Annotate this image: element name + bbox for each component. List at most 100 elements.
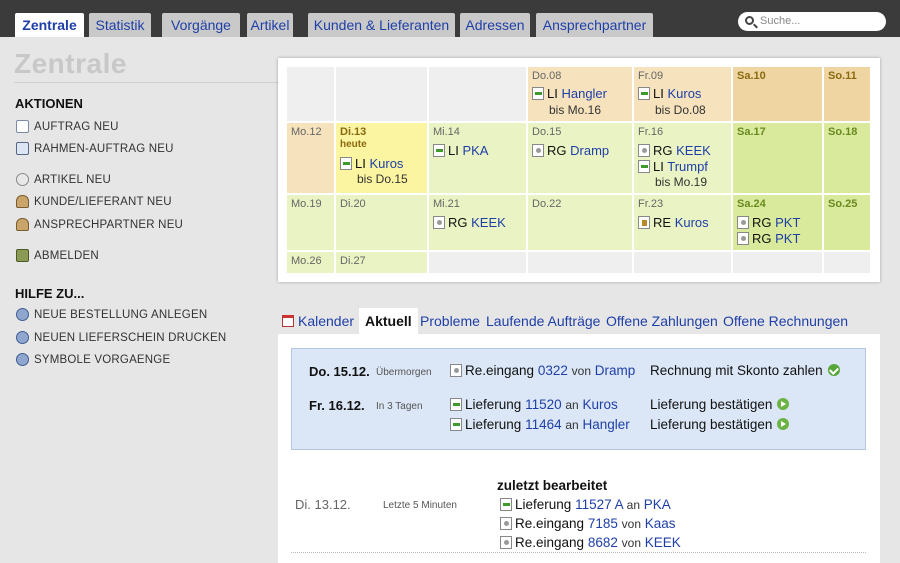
event-party-link[interactable]: PKT (775, 215, 800, 230)
doc-number-link[interactable]: 7185 (588, 516, 618, 531)
event-party-link[interactable]: Kuros (667, 86, 701, 101)
tab-offene-rechnungen[interactable]: Offene Rechnungen (723, 308, 848, 334)
calendar-day-di13-today[interactable]: Di.13 heute LI Kuros bis Do.15 (336, 123, 427, 193)
event-party-link[interactable]: KEEK (676, 143, 711, 158)
calendar-day-mo12[interactable]: Mo.12 (287, 123, 334, 193)
tab-offene-zahlungen[interactable]: Offene Zahlungen (606, 308, 718, 334)
calendar-event[interactable]: LI Kuros (340, 156, 403, 171)
calendar-panel: Do.08 LI Hangler bis Mo.16 Fr.09 LI Kuro… (278, 58, 880, 282)
tab-vorgaenge[interactable]: Vorgänge (162, 13, 240, 37)
task-document[interactable]: Lieferung 11520 an Kuros (450, 397, 618, 412)
calendar-day-so18[interactable]: So.18 (824, 123, 870, 193)
calendar-day-so25[interactable]: So.25 (824, 195, 870, 250)
calendar-day-mo19[interactable]: Mo.19 (287, 195, 334, 250)
calendar-day-mi21[interactable]: Mi.21 RG KEEK (429, 195, 526, 250)
task-document[interactable]: Lieferung 11464 an Hangler (450, 417, 630, 432)
event-party-link[interactable]: KEEK (471, 215, 506, 230)
event-party-link[interactable]: Kuros (369, 156, 403, 171)
calendar-event[interactable]: RG KEEK (638, 143, 711, 158)
tab-aktuell[interactable]: Aktuell (359, 308, 418, 334)
search-input[interactable]: Suche... (738, 12, 886, 31)
calendar-event[interactable]: RG PKT (737, 231, 800, 246)
event-party-link[interactable]: Hangler (561, 86, 607, 101)
task-action[interactable]: Rechnung mit Skonto zahlen (650, 363, 840, 378)
calendar-day-mi14[interactable]: Mi.14 LI PKA (429, 123, 526, 193)
actions-heading: AKTIONEN (15, 96, 83, 111)
calendar-event[interactable]: LI PKA (433, 143, 488, 158)
calendar-event[interactable]: RE Kuros (638, 215, 709, 230)
help-icon (16, 331, 29, 344)
event-code: RG (752, 215, 772, 230)
doc-party-link[interactable]: Kaas (645, 516, 676, 531)
event-party-link[interactable]: Dramp (570, 143, 609, 158)
action-kunde-lieferant-neu[interactable]: KUNDE/LIEFERANT NEU (16, 194, 172, 210)
tab-kunden-lieferanten[interactable]: Kunden & Lieferanten (308, 13, 455, 37)
doc-party-link[interactable]: Kuros (583, 397, 618, 412)
event-party-link[interactable]: Trumpf (667, 159, 708, 174)
tab-adressen[interactable]: Adressen (460, 13, 530, 37)
doc-number-link[interactable]: 8682 (588, 535, 618, 550)
calendar-day-do22[interactable]: Do.22 (528, 195, 632, 250)
tab-kalender[interactable]: Kalender (282, 308, 354, 334)
action-abmelden[interactable]: ABMELDEN (16, 248, 99, 264)
task-relative-date: Übermorgen (376, 367, 432, 378)
recent-document[interactable]: Re.eingang 8682 von KEEK (500, 535, 681, 550)
search-placeholder: Suche... (760, 15, 801, 27)
help-symbole-vorgaenge[interactable]: SYMBOLE VORGAENGE (16, 352, 170, 368)
task-action[interactable]: Lieferung bestätigen (650, 397, 790, 412)
calendar-cell-empty (429, 252, 526, 273)
tab-ansprechpartner[interactable]: Ansprechpartner (536, 13, 653, 37)
task-action[interactable]: Lieferung bestätigen (650, 417, 790, 432)
calendar-day-do08[interactable]: Do.08 LI Hangler bis Mo.16 (528, 67, 632, 121)
action-ansprechpartner-neu[interactable]: ANSPRECHPARTNER NEU (16, 217, 183, 233)
calendar-event[interactable]: RG KEEK (433, 215, 506, 230)
doc-party-link[interactable]: Dramp (595, 363, 636, 378)
event-party-link[interactable]: Kuros (675, 215, 709, 230)
doc-number-link[interactable]: 11520 (525, 397, 562, 412)
action-auftrag-neu[interactable]: AUFTRAG NEU (16, 119, 119, 135)
calendar-day-fr16[interactable]: Fr.16 RG KEEK LI Trumpf bis Mo.19 (634, 123, 731, 193)
doc-party-link[interactable]: Hangler (583, 417, 630, 432)
event-party-link[interactable]: PKA (462, 143, 488, 158)
doc-number-link[interactable]: 11527 A (575, 497, 623, 512)
calendar-day-fr09[interactable]: Fr.09 LI Kuros bis Do.08 (634, 67, 731, 121)
calendar-day-mo26[interactable]: Mo.26 (287, 252, 334, 273)
arrow-icon (777, 398, 790, 410)
help-neue-bestellung[interactable]: NEUE BESTELLUNG ANLEGEN (16, 307, 207, 323)
tab-statistik[interactable]: Statistik (89, 13, 151, 37)
doc-number-link[interactable]: 0322 (538, 363, 568, 378)
calendar-day-sa10[interactable]: Sa.10 (733, 67, 822, 121)
calendar-day-di20[interactable]: Di.20 (336, 195, 427, 250)
doc-party-link[interactable]: PKA (644, 497, 671, 512)
event-party-link[interactable]: PKT (775, 231, 800, 246)
calendar-event[interactable]: LI Kuros (638, 86, 701, 101)
calendar-day-fr23[interactable]: Fr.23 RE Kuros (634, 195, 731, 250)
calendar-day-sa17[interactable]: Sa.17 (733, 123, 822, 193)
action-rahmen-auftrag-neu[interactable]: RAHMEN-AUFTRAG NEU (16, 141, 174, 157)
task-document[interactable]: Re.eingang 0322 von Dramp (450, 363, 635, 378)
recent-document[interactable]: Lieferung 11527 A an PKA (500, 497, 671, 512)
help-lieferschein-drucken[interactable]: NEUEN LIEFERSCHEIN DRUCKEN (16, 330, 226, 346)
calendar-day-sa24[interactable]: Sa.24 RG PKT RG PKT (733, 195, 822, 250)
doc-preposition: an (626, 498, 640, 512)
tab-probleme[interactable]: Probleme (420, 308, 480, 334)
calendar-event[interactable]: RG PKT (737, 215, 800, 230)
calendar-event[interactable]: LI Trumpf (638, 159, 708, 174)
calendar-day-do15[interactable]: Do.15 RG Dramp (528, 123, 632, 193)
calendar-day-so11[interactable]: So.11 (824, 67, 870, 121)
day-label: Fr.16 (638, 126, 664, 138)
doc-party-link[interactable]: KEEK (645, 535, 681, 550)
tab-zentrale[interactable]: Zentrale (15, 13, 84, 37)
doc-type: Re.eingang (465, 363, 535, 378)
day-label: Di.20 (340, 198, 366, 210)
calendar-event[interactable]: RG Dramp (532, 143, 609, 158)
recent-document[interactable]: Re.eingang 7185 von Kaas (500, 516, 676, 531)
calendar-day-di27[interactable]: Di.27 (336, 252, 427, 273)
action-artikel-neu[interactable]: ARTIKEL NEU (16, 172, 111, 188)
tab-laufende-auftraege[interactable]: Laufende Aufträge (486, 308, 600, 334)
calendar-event[interactable]: LI Hangler (532, 86, 607, 101)
calendar-cell-empty (733, 252, 822, 273)
calendar-cell-empty (824, 252, 870, 273)
tab-artikel[interactable]: Artikel (247, 13, 293, 37)
doc-number-link[interactable]: 11464 (525, 417, 562, 432)
